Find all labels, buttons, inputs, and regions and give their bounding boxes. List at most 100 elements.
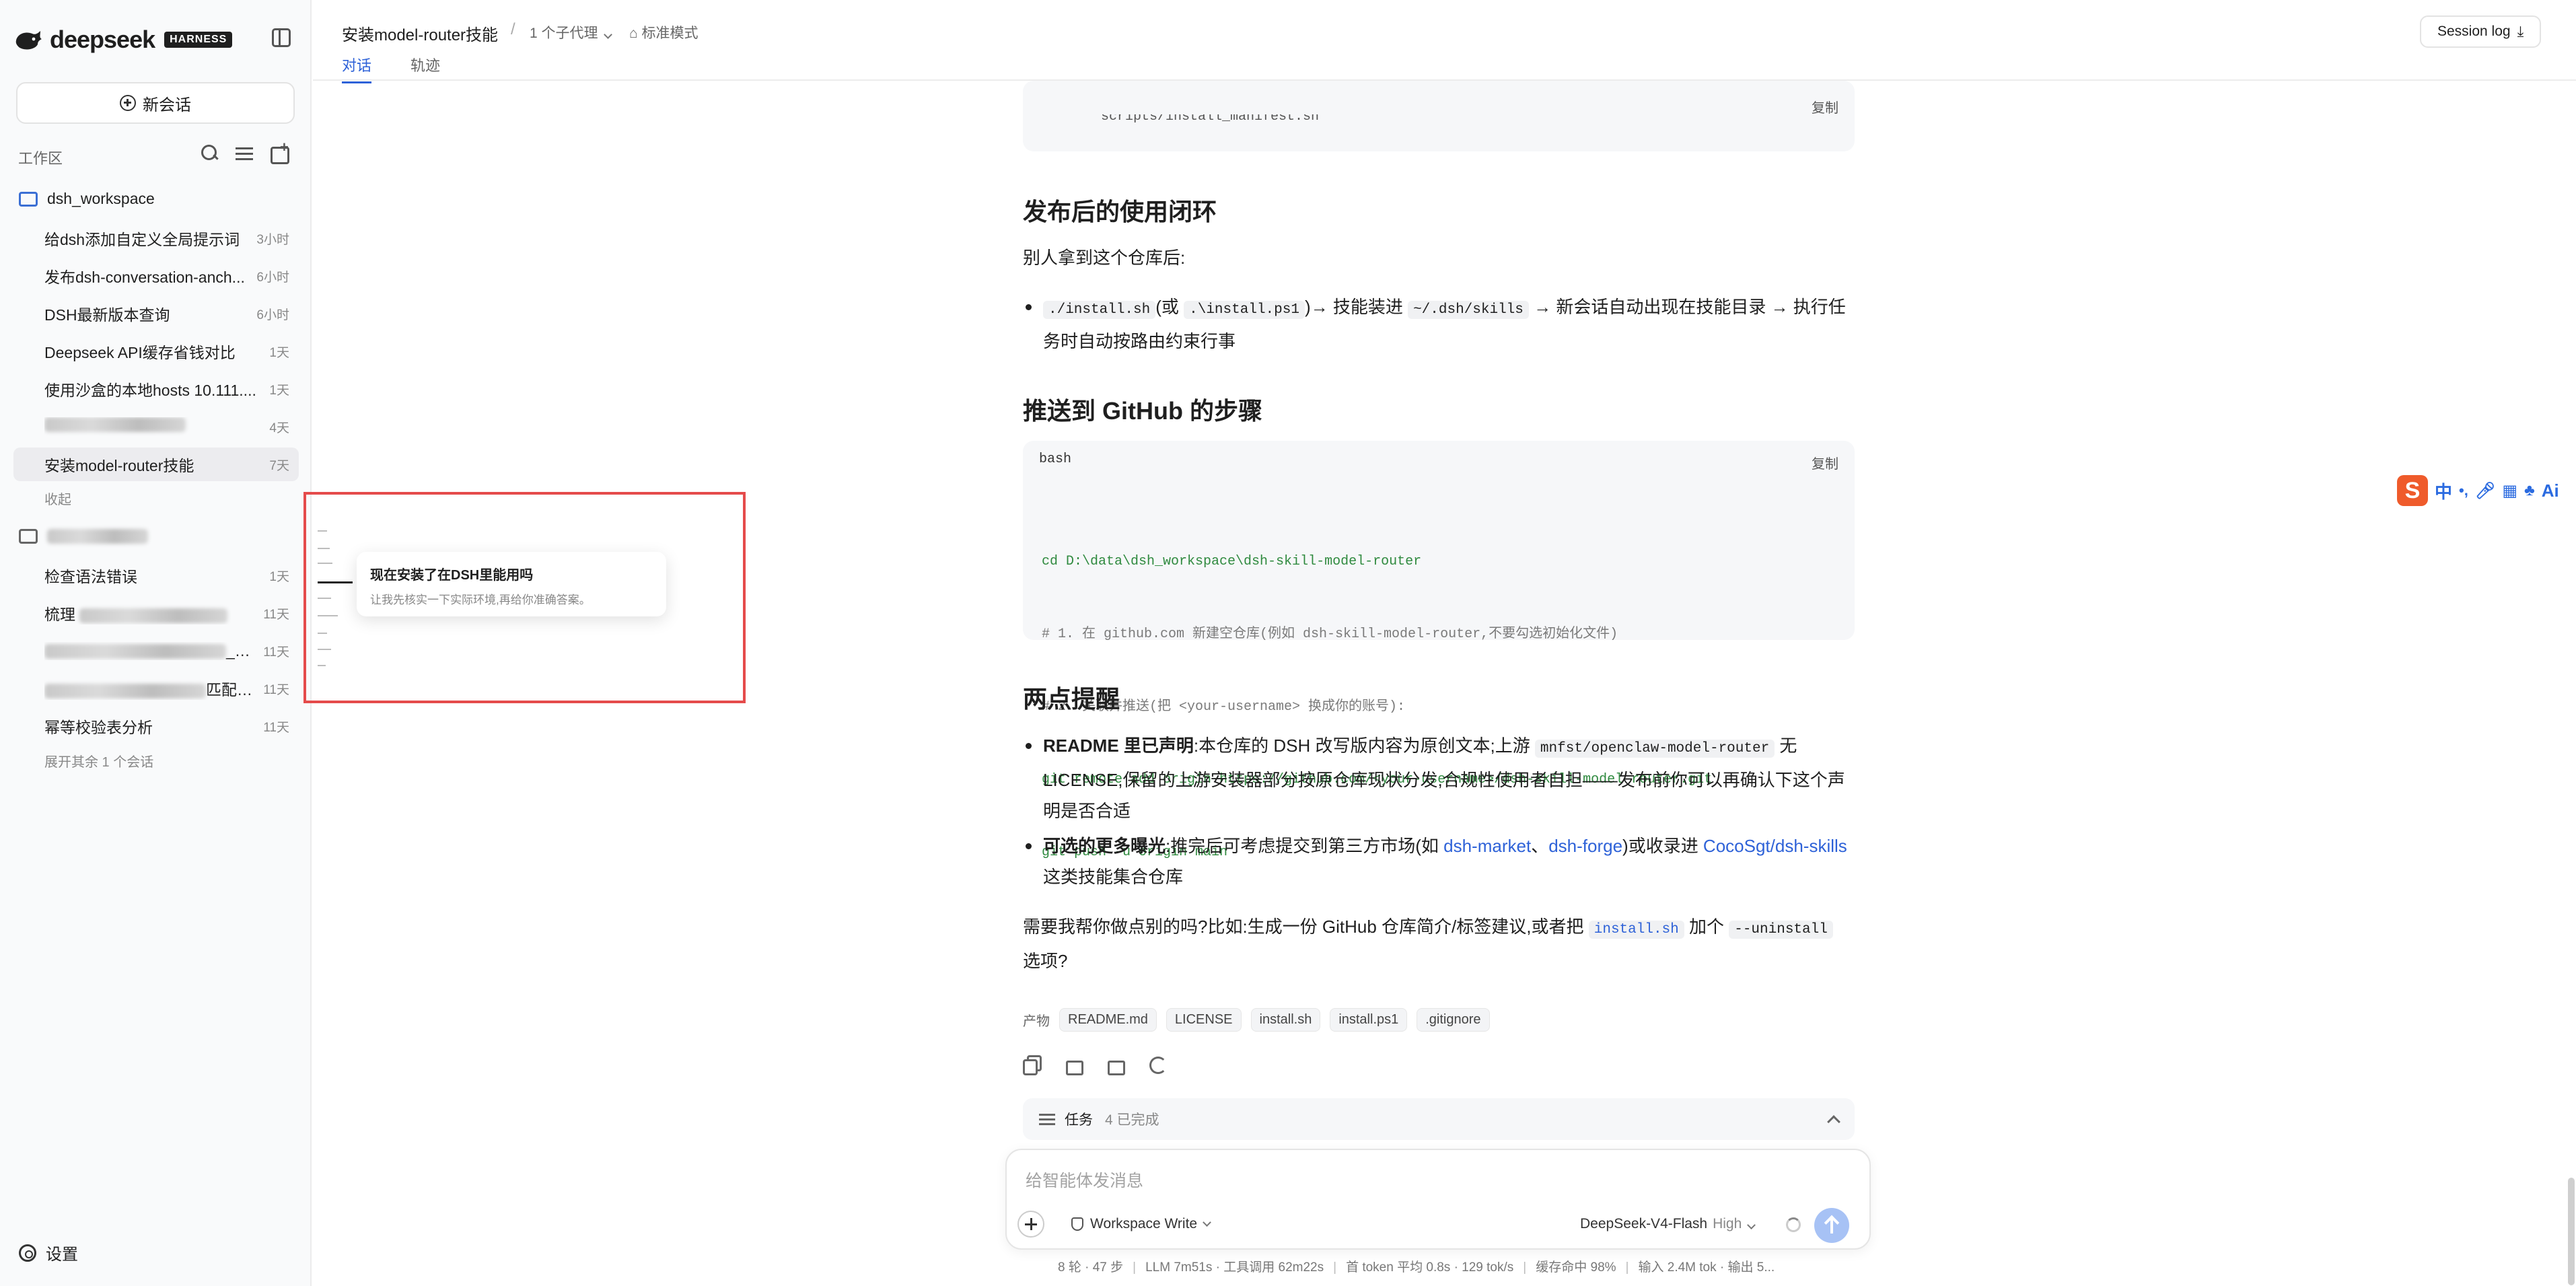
folder-redacted[interactable] — [19, 529, 148, 544]
inline-code: install.sh — [1588, 921, 1684, 939]
conversation-item[interactable]: 梳理 11天 — [13, 596, 299, 630]
conversation-item-active[interactable]: 安装model-router技能 7天 — [13, 448, 299, 481]
conversation-time: 6小时 — [256, 270, 289, 285]
text: :本仓库的 DSH 改写版内容为原创文本;上游 — [1193, 736, 1535, 756]
conversation-time: 11天 — [263, 645, 289, 659]
session-log-button[interactable]: Session log ⤓ — [2420, 15, 2542, 48]
heading-push: 推送到 GitHub 的步骤 — [1023, 397, 1262, 425]
text: 、 — [1531, 836, 1549, 856]
conversation-item[interactable]: 使用沙盒的本地hosts 10.111.... 1天 — [13, 372, 299, 406]
artifact-chip[interactable]: LICENSE — [1166, 1008, 1242, 1032]
link-dsh-market[interactable]: dsh-market — [1443, 836, 1531, 856]
copy-icon[interactable] — [1023, 1055, 1042, 1075]
send-button[interactable] — [1814, 1208, 1849, 1243]
conversation-title-text: 梳理 — [44, 606, 75, 623]
conversation-title-redacted — [44, 417, 262, 436]
copy-button[interactable]: 复制 — [1812, 97, 1838, 116]
status-item: 缓存命中 98% — [1536, 1260, 1616, 1275]
chevron-up-icon[interactable] — [1827, 1115, 1840, 1129]
plus-circle-icon — [120, 95, 136, 111]
tasks-panel[interactable]: 任务 4 已完成 — [1023, 1098, 1855, 1140]
conversation-time: 11天 — [263, 607, 289, 622]
thumbs-down-icon[interactable] — [1106, 1055, 1125, 1075]
tab-trajectory[interactable]: 轨迹 — [410, 54, 440, 75]
code-line: # 1. 在 github.com 新建空仓库(例如 dsh-skill-mod… — [1042, 627, 1618, 642]
new-chat-label: 新会话 — [143, 96, 191, 114]
conversation-item[interactable]: 给dsh添加自定义全局提示词 3小时 — [13, 221, 299, 255]
status-separator: | — [1625, 1260, 1629, 1275]
conversation-item[interactable]: 4天 — [13, 410, 299, 443]
collapse-link[interactable]: 收起 — [44, 489, 71, 508]
conversation-time: 6小时 — [256, 308, 289, 322]
breadcrumb-separator: / — [511, 20, 515, 38]
message-input[interactable]: 给智能体发消息 — [1026, 1168, 1143, 1192]
workspace-tools — [199, 139, 289, 164]
text: 需要我帮你做点别的吗?比如:生成一份 GitHub 仓库简介/标签建议,或者把 — [1023, 917, 1589, 937]
folder-icon — [19, 191, 38, 207]
tasks-count: 4 已完成 — [1105, 1112, 1159, 1128]
bullet-usage: ./install.sh (或 .\install.ps1)→ 技能装进 ~/.d… — [1026, 291, 1851, 357]
branch-icon[interactable] — [1148, 1055, 1167, 1074]
mode-indicator[interactable]: ⌂ 标准模式 — [629, 22, 699, 42]
search-icon[interactable] — [199, 143, 219, 163]
artifact-chip[interactable]: install.ps1 — [1330, 1008, 1408, 1032]
skin-icon: ♣ — [2524, 481, 2535, 499]
minimap-tick — [318, 615, 338, 616]
mic-icon: 🎤︎ — [2474, 481, 2496, 500]
conversation-time: 3小时 — [256, 232, 289, 247]
conversation-title: 幂等校验表分析 — [44, 719, 153, 736]
permission-dropdown[interactable]: Workspace Write — [1071, 1216, 1211, 1232]
conversation-item[interactable]: 幂等校验表分析 11天 — [13, 709, 299, 743]
add-attachment-button[interactable] — [1017, 1211, 1044, 1238]
folder-icon — [19, 529, 38, 544]
minimap-tick — [318, 548, 330, 549]
conversation-time: 4天 — [269, 421, 289, 435]
conversation-title: 安装model-router技能 — [44, 457, 194, 474]
gear-icon — [19, 1244, 36, 1262]
thumbs-up-icon[interactable] — [1065, 1055, 1083, 1075]
logo[interactable]: deepseek HARNESS — [15, 26, 233, 54]
sub-agent-dropdown[interactable]: 1 个子代理 — [530, 22, 612, 42]
model-dropdown[interactable]: DeepSeek-V4-Flash High — [1580, 1216, 1756, 1232]
artifacts-label: 产物 — [1023, 1014, 1050, 1029]
conversation-item[interactable]: 发布dsh-conversation-anch... 6小时 — [13, 259, 299, 293]
conversation-title: 梳理 — [44, 602, 256, 624]
conversation-item[interactable]: _PJ... 11天 — [13, 634, 299, 668]
para-usage: 别人拿到这个仓库后: — [1023, 248, 1186, 268]
status-bar: 8 轮 · 47 步 | LLM 7m51s · 工具调用 62m22s | 首 tok… — [1058, 1257, 1775, 1275]
heading-tips: 两点提醒 — [1023, 685, 1120, 713]
mode-icon: ⌂ — [629, 26, 642, 41]
inline-code: mnfst/openclaw-model-router — [1534, 740, 1775, 758]
status-item: 8 轮 · 47 步 — [1058, 1260, 1124, 1275]
link-dsh-forge[interactable]: dsh-forge — [1548, 836, 1622, 856]
conversation-item[interactable]: DSH最新版本查询 6小时 — [13, 297, 299, 330]
expand-more-link[interactable]: 展开其余 1 个会话 — [44, 751, 153, 771]
tab-conversation[interactable]: 对话 — [342, 54, 372, 83]
new-folder-icon[interactable] — [269, 139, 289, 164]
workspace-label: 工作区 — [18, 150, 63, 167]
minimap-tick — [318, 530, 327, 532]
text: 加个 — [1684, 917, 1729, 937]
scrollbar-thumb[interactable] — [2568, 1178, 2575, 1285]
ime-toolbar[interactable]: S 中 •, 🎤︎ ▦ ♣ Ai — [2397, 475, 2559, 506]
artifact-chip[interactable]: install.sh — [1250, 1008, 1321, 1032]
filter-icon[interactable] — [234, 143, 254, 163]
conversation-item[interactable]: 匹配分析 11天 — [13, 672, 299, 705]
session-log-label: Session log — [2437, 24, 2511, 39]
status-item: LLM 7m51s · 工具调用 62m22s — [1145, 1260, 1324, 1275]
artifact-chip[interactable]: README.md — [1059, 1008, 1157, 1032]
copy-button[interactable]: 复制 — [1812, 453, 1838, 472]
minimap-tick — [318, 563, 332, 564]
folder-dsh-workspace[interactable]: dsh_workspace — [19, 190, 155, 208]
shield-icon — [1071, 1217, 1083, 1231]
settings-button[interactable]: 设置 — [19, 1241, 78, 1264]
sidebar-toggle-icon[interactable] — [272, 28, 291, 47]
new-chat-button[interactable]: 新会话 — [16, 82, 295, 124]
link-dsh-skills[interactable]: CocoSgt/dsh-skills — [1703, 836, 1847, 856]
conversation-item[interactable]: Deepseek API缓存省钱对比 1天 — [13, 334, 299, 368]
text: 这类技能集合仓库 — [1043, 867, 1184, 887]
inline-code: .\install.ps1 — [1184, 301, 1305, 319]
para-closing: 需要我帮你做点别的吗?比如:生成一份 GitHub 仓库简介/标签建议,或者把 … — [1023, 911, 1855, 976]
artifact-chip[interactable]: .gitignore — [1417, 1008, 1490, 1032]
conversation-item[interactable]: 检查语法错误 1天 — [13, 559, 299, 592]
